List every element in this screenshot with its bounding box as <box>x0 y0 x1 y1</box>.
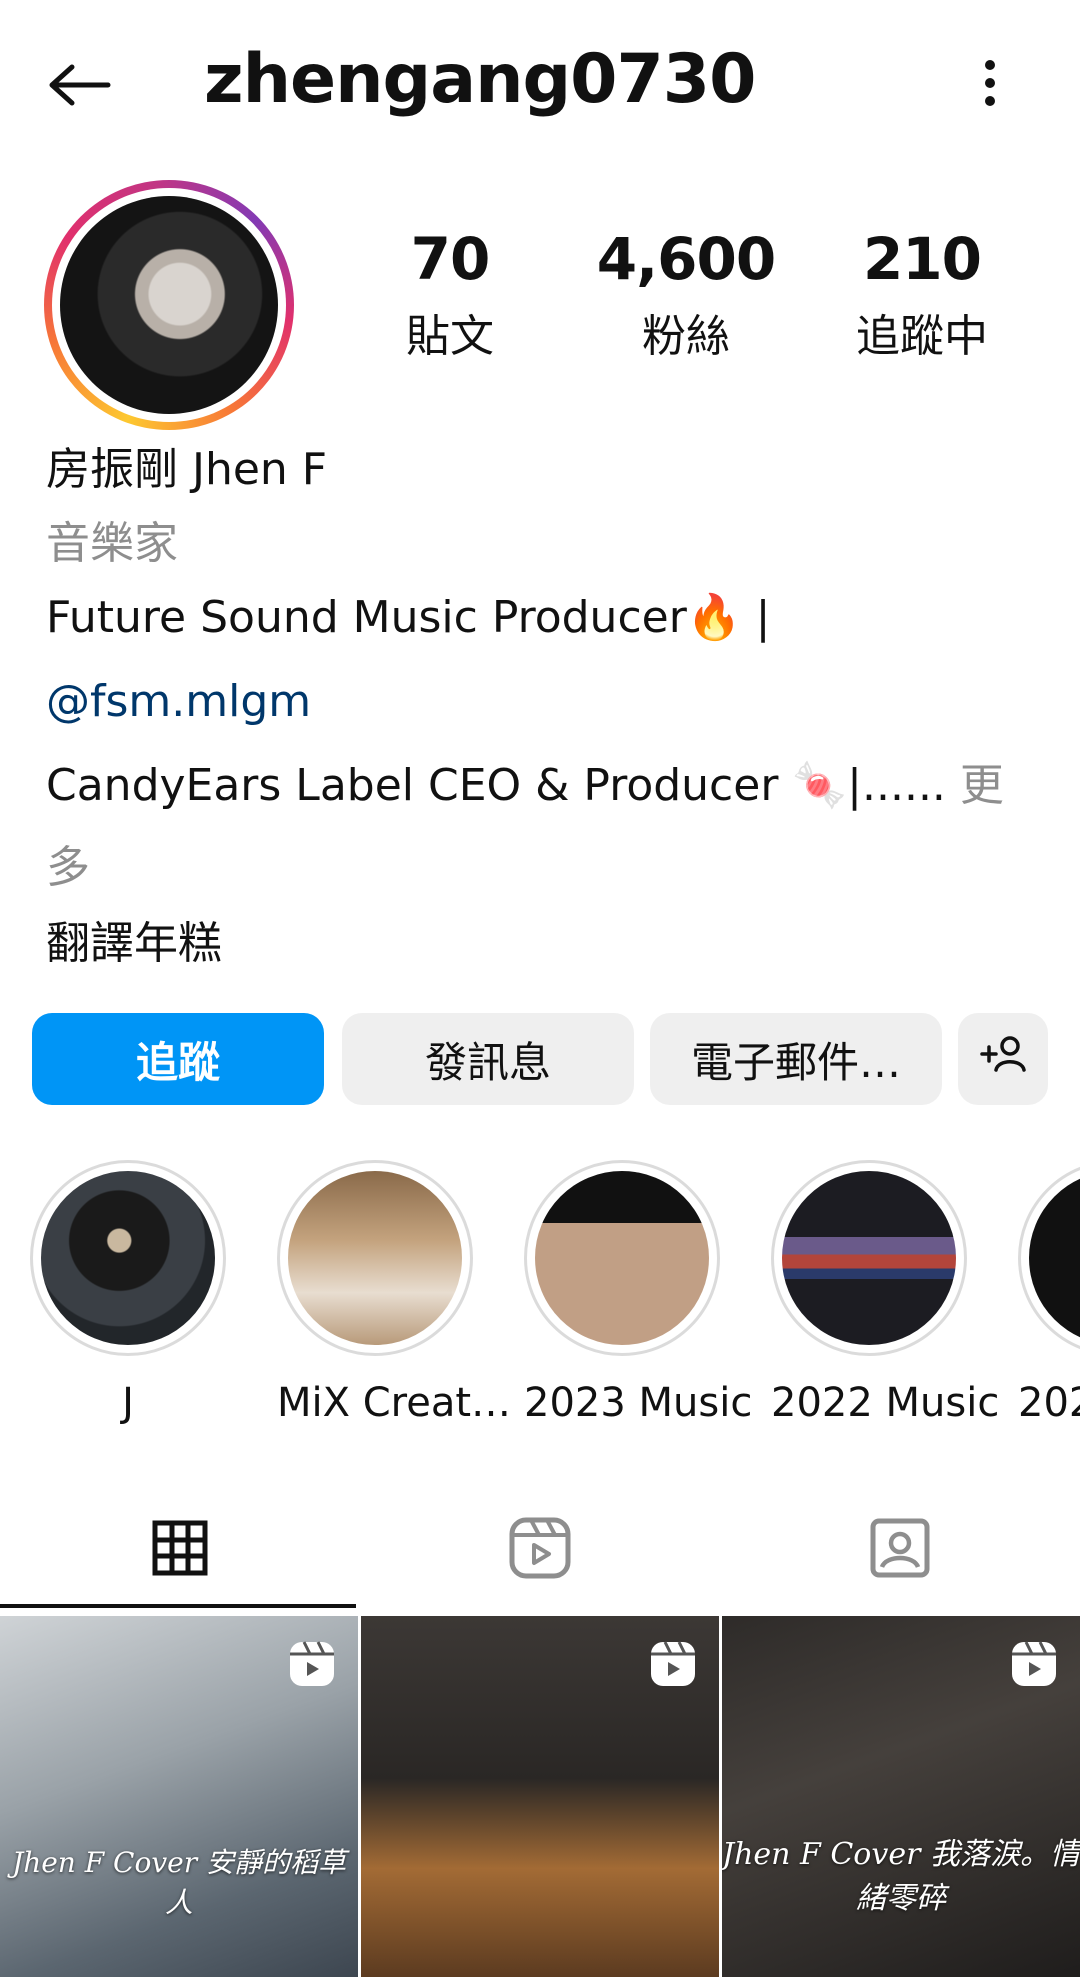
post-caption: Jhen F Cover 安靜的稻草人 <box>11 1846 347 1919</box>
post-grid: Jhen F Cover 安靜的稻草人 Jhen F Cover 我落淚。情緒零… <box>0 1616 1080 1977</box>
highlight-cover <box>1029 1171 1080 1345</box>
highlight-item[interactable]: MiX Creat… <box>277 1160 512 1426</box>
profile-category: 音樂家 <box>46 518 178 569</box>
following-count-value: 210 <box>862 225 982 293</box>
following-count[interactable]: 210 追蹤中 <box>822 225 1022 364</box>
bio-mention-link[interactable]: @fsm.mlgm <box>46 676 311 729</box>
bio-line-1: Future Sound Music Producer🔥 | <box>46 592 771 643</box>
highlight-label: 2022 Music <box>771 1380 1000 1426</box>
active-tab-indicator <box>0 1604 356 1608</box>
bio-more-link-cont[interactable]: 多 <box>46 842 90 895</box>
reel-icon <box>649 1640 697 1692</box>
posts-count-label: 貼文 <box>406 310 494 362</box>
profile-actions: 追蹤 發訊息 電子郵件… <box>32 1013 1048 1105</box>
story-ring[interactable] <box>44 180 294 430</box>
reels-icon <box>509 1517 571 1583</box>
top-bar: zhengang0730 <box>0 0 1080 170</box>
highlight-item[interactable]: 2023 Music <box>524 1160 753 1426</box>
post-thumbnail[interactable]: Jhen F Cover 安靜的稻草人 <box>0 1616 358 1977</box>
tab-tagged[interactable] <box>720 1490 1080 1610</box>
grid-icon <box>152 1520 208 1580</box>
tab-reels[interactable] <box>360 1490 720 1610</box>
story-highlights: J MiX Creat… 2023 Music 2022 Music 2022 <box>0 1160 1080 1430</box>
profile-username: zhengang0730 <box>204 40 756 119</box>
highlight-label: J <box>122 1380 134 1426</box>
translate-link[interactable]: 翻譯年糕 <box>46 918 222 971</box>
following-count-label: 追蹤中 <box>856 310 988 362</box>
bio-line-2: CandyEars Label CEO & Producer 🍬|...... … <box>46 760 1004 813</box>
reel-icon <box>1010 1640 1058 1692</box>
bio-more-link[interactable]: 更 <box>960 760 1004 811</box>
tab-posts-grid[interactable] <box>0 1490 360 1610</box>
highlight-item[interactable]: 2022 Music <box>771 1160 1000 1426</box>
more-options-icon[interactable] <box>960 48 1020 118</box>
reel-icon <box>288 1640 336 1692</box>
highlight-cover <box>41 1171 215 1345</box>
profile-tabs <box>0 1490 1080 1610</box>
highlight-label: MiX Creat… <box>277 1380 512 1426</box>
highlight-item[interactable]: 2022 <box>1018 1160 1080 1426</box>
posts-count-value: 70 <box>410 225 491 293</box>
add-person-icon <box>978 1034 1028 1084</box>
tagged-person-icon <box>869 1517 931 1583</box>
followers-count-value: 4,600 <box>596 225 776 293</box>
message-button[interactable]: 發訊息 <box>342 1013 634 1105</box>
avatar <box>60 196 278 414</box>
post-thumbnail[interactable] <box>361 1616 719 1977</box>
followers-count-label: 粉絲 <box>642 310 730 362</box>
follow-button[interactable]: 追蹤 <box>32 1013 324 1105</box>
highlight-label: 2023 Music <box>524 1380 753 1426</box>
followers-count[interactable]: 4,600 粉絲 <box>586 225 786 364</box>
highlight-cover <box>288 1171 462 1345</box>
post-thumbnail[interactable]: Jhen F Cover 我落淚。情緒零碎 <box>722 1616 1080 1977</box>
suggest-people-button[interactable] <box>958 1013 1048 1105</box>
bio-line-2-text: CandyEars Label CEO & Producer 🍬|...... <box>46 760 946 811</box>
post-caption: Jhen F Cover 我落淚。情緒零碎 <box>722 1837 1080 1916</box>
highlight-item[interactable]: J <box>30 1160 226 1426</box>
highlight-label: 2022 <box>1018 1380 1080 1426</box>
profile-name: 房振剛 Jhen F <box>46 444 328 495</box>
posts-count[interactable]: 70 貼文 <box>350 225 550 364</box>
back-arrow-icon[interactable] <box>40 50 120 120</box>
highlight-cover <box>782 1171 956 1345</box>
email-button[interactable]: 電子郵件… <box>650 1013 942 1105</box>
highlight-cover <box>535 1171 709 1345</box>
